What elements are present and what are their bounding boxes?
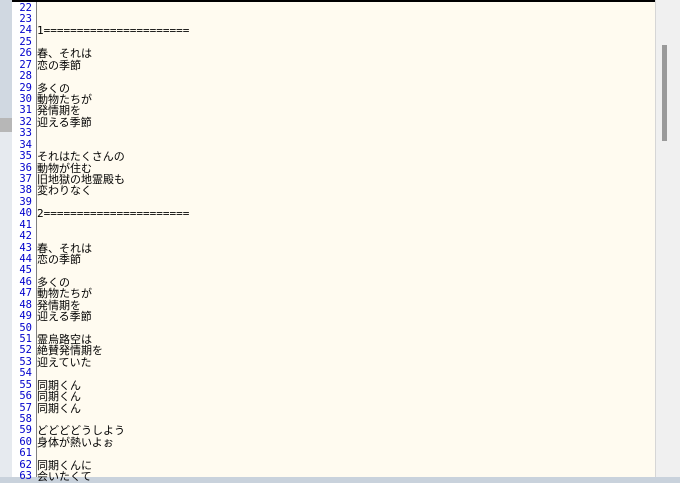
text-line[interactable]: 迎える季節 (37, 117, 92, 129)
text-line[interactable]: 同期くん (37, 391, 81, 403)
line-number: 56 (19, 390, 32, 403)
text-line[interactable]: 身体が熱いよぉ (37, 437, 114, 449)
text-line[interactable]: 恋の季節 (37, 254, 81, 266)
text-line[interactable]: 春、それは (37, 48, 92, 60)
background-titlebar (0, 118, 12, 132)
line-number-gutter: 22 23 24 25 26 27 28 29 30 31 32 33 34 35 36 37 38 39 40 41… (12, 2, 37, 482)
text-area[interactable]: 1====================== 春、それは 恋の季節 多くの 動物たちが… (37, 2, 655, 482)
line-number: 40 (19, 207, 32, 220)
vertical-scrollbar[interactable] (655, 0, 680, 477)
text-line[interactable]: 迎える季節 (37, 311, 92, 323)
text-line[interactable]: 恋の季節 (37, 60, 81, 72)
text-line[interactable]: 変わりなく (37, 185, 92, 197)
line-number: 33 (19, 127, 32, 140)
scrollbar-thumb[interactable] (662, 45, 667, 141)
text-line[interactable]: それはたくさんの (37, 151, 125, 163)
line-number: 42 (19, 230, 32, 243)
text-editor[interactable]: 22 23 24 25 26 27 28 29 30 31 32 33 34 35 36 37 38 39 40 41… (12, 0, 655, 482)
line-number: 26 (19, 47, 32, 60)
line-number: 35 (19, 150, 32, 163)
text-line[interactable]: 迎えていた (37, 357, 91, 369)
line-number: 28 (19, 70, 32, 83)
text-line[interactable]: 2====================== (37, 208, 189, 220)
line-number: 49 (19, 310, 32, 323)
background-band (0, 0, 12, 118)
text-line[interactable]: 同期くん (37, 403, 81, 415)
text-line[interactable]: 1====================== (37, 25, 189, 37)
